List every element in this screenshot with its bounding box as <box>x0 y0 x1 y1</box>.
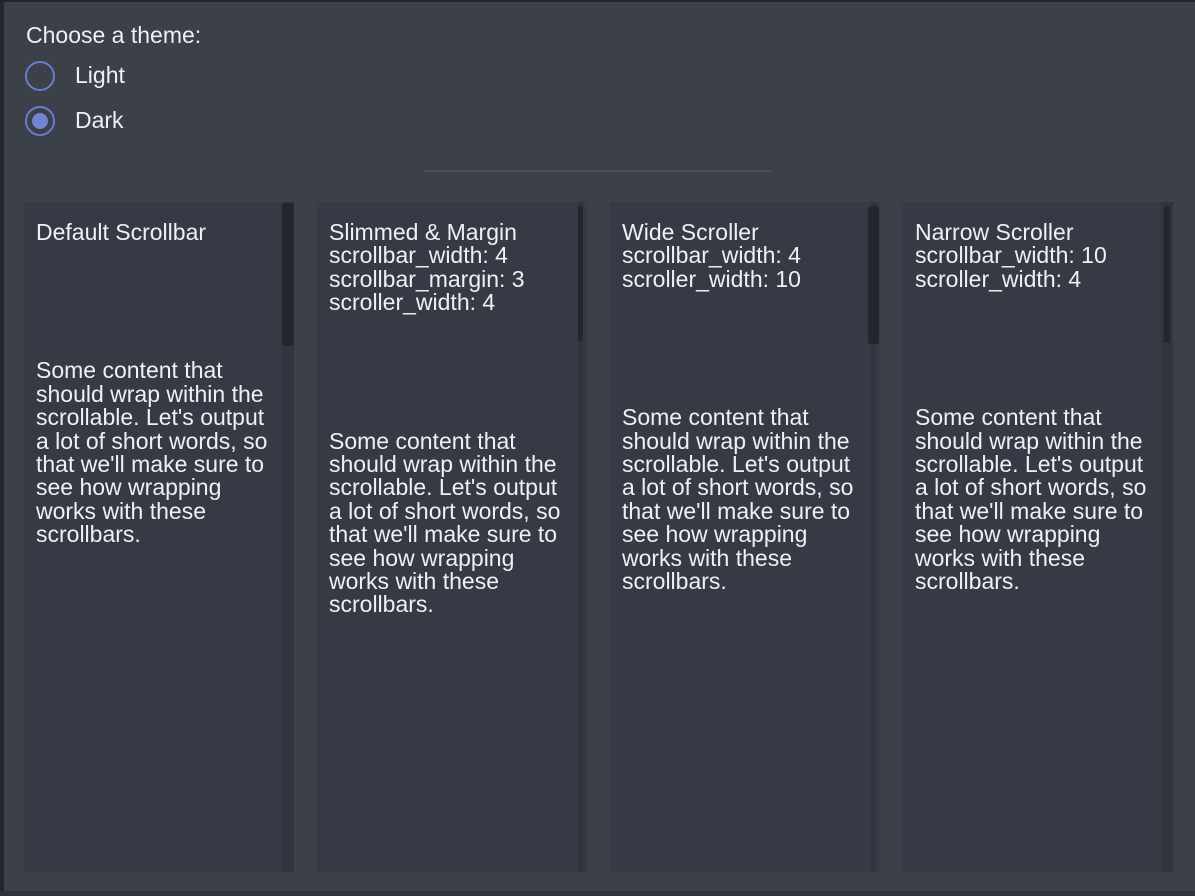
scrollbar-demo-columns: Default Scrollbar Some content that shou… <box>24 202 1173 872</box>
panel-content: Some content that should wrap within the… <box>329 430 571 617</box>
panel-params: scrollbar_width: 4 scrollbar_margin: 3 s… <box>329 244 571 314</box>
panel-title: Default Scrollbar <box>36 221 278 244</box>
radio-dot-icon <box>32 113 48 129</box>
scrollbar-thumb[interactable] <box>868 206 879 344</box>
window-edge-left <box>0 0 4 896</box>
scrollable-panel[interactable]: Slimmed & Margin scrollbar_width: 4 scro… <box>317 202 587 872</box>
radio-button-icon[interactable] <box>25 61 55 91</box>
panel-title: Slimmed & Margin <box>329 221 571 244</box>
scrollbar-thumb[interactable] <box>1164 206 1170 343</box>
scrollbar-thumb[interactable] <box>282 203 294 346</box>
window-edge-top <box>0 0 1195 2</box>
window-edge-bottom <box>0 891 1195 896</box>
panel-title: Wide Scroller <box>622 221 864 244</box>
panel-content: Some content that should wrap within the… <box>36 359 278 546</box>
theme-chooser-label: Choose a theme: <box>26 24 201 47</box>
panel-params: scrollbar_width: 4 scroller_width: 10 <box>622 244 864 291</box>
panel-title: Narrow Scroller <box>915 221 1157 244</box>
scrollable-panel[interactable]: Wide Scroller scrollbar_width: 4 scrolle… <box>610 202 880 872</box>
panel-params: scrollbar_width: 10 scroller_width: 4 <box>915 244 1157 291</box>
radio-option-label[interactable]: Dark <box>75 109 124 132</box>
radio-option-light[interactable]: Light <box>25 60 125 91</box>
scrollable-panel[interactable]: Narrow Scroller scrollbar_width: 10 scro… <box>903 202 1173 872</box>
scrollable-panel[interactable]: Default Scrollbar Some content that shou… <box>24 202 294 872</box>
section-divider <box>425 170 771 172</box>
panel-content: Some content that should wrap within the… <box>622 406 864 593</box>
radio-option-label[interactable]: Light <box>75 64 125 87</box>
scrollbar-thumb[interactable] <box>578 206 583 341</box>
panel-content: Some content that should wrap within the… <box>915 406 1157 593</box>
radio-button-icon[interactable] <box>25 106 55 136</box>
radio-option-dark[interactable]: Dark <box>25 105 124 136</box>
